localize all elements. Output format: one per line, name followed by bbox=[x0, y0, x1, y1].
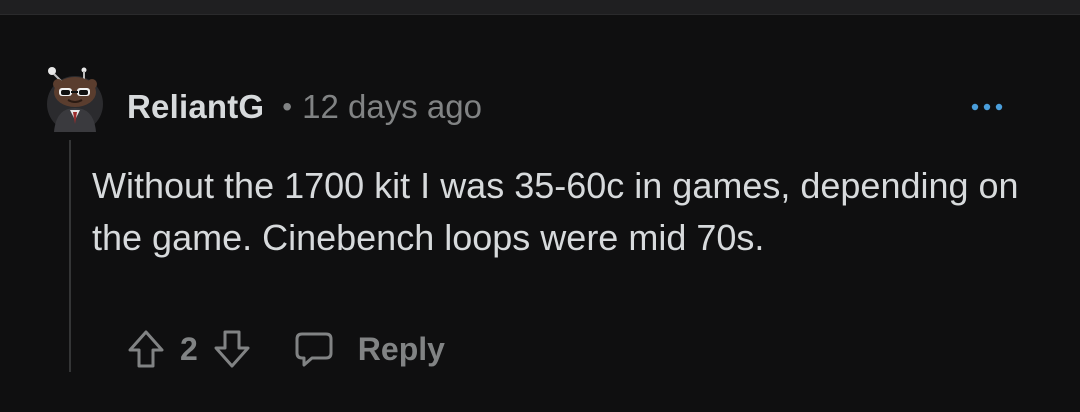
reply-label: Reply bbox=[357, 330, 445, 367]
upvote-arrow-icon bbox=[128, 330, 164, 368]
reply-button[interactable]: Reply bbox=[294, 330, 445, 368]
downvote-button[interactable] bbox=[212, 328, 252, 370]
comment-body: Without the 1700 kit I was 35-60c in gam… bbox=[92, 165, 1019, 258]
comment-header: ReliantG • 12 days ago bbox=[127, 84, 482, 130]
upvote-button[interactable] bbox=[126, 328, 166, 370]
comment-timestamp: 12 days ago bbox=[302, 88, 482, 125]
comment-bubble-icon bbox=[295, 332, 333, 367]
comment-actions: 2 Reply bbox=[126, 326, 445, 372]
user-avatar[interactable] bbox=[40, 62, 110, 134]
downvote-arrow-icon bbox=[214, 330, 250, 368]
meta-separator: • bbox=[282, 91, 293, 122]
top-divider bbox=[0, 0, 1080, 15]
more-options-icon bbox=[971, 103, 1003, 111]
snoo-avatar-icon bbox=[47, 67, 103, 132]
author-username[interactable]: ReliantG bbox=[127, 88, 264, 126]
thread-line[interactable] bbox=[69, 140, 71, 372]
vote-score: 2 bbox=[180, 330, 198, 367]
more-options-button[interactable] bbox=[966, 94, 1008, 120]
